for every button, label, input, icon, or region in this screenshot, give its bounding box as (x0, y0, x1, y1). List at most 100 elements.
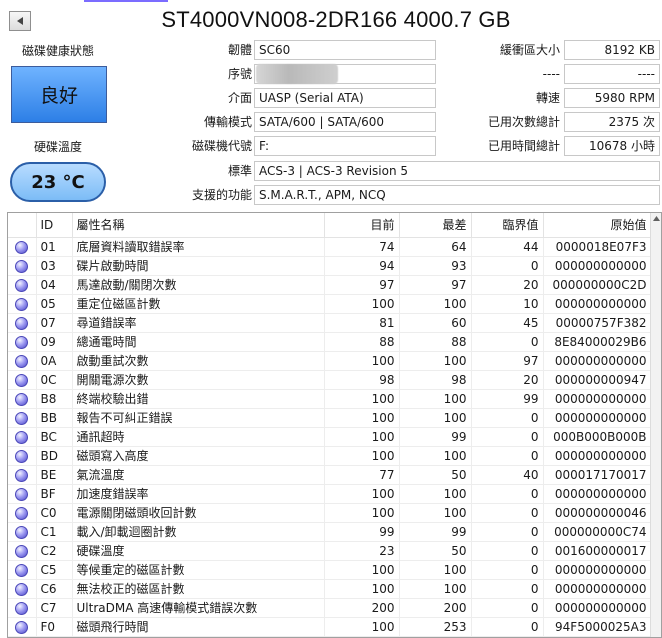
status-good-icon (15, 449, 29, 463)
table-row[interactable]: C1 載入/卸載迴圈計數 99 99 0 000000000C74 (8, 522, 652, 542)
column-header-worst[interactable]: 最差 (399, 213, 472, 238)
smart-table-grid: ID 屬性名稱 目前 最差 臨界值 原始值 01 底層資料讀取錯誤率 74 64 44 0… (8, 213, 652, 637)
table-row[interactable]: C2 硬碟溫度 23 50 0 001600000017 (8, 541, 652, 561)
threshold-value: 97 (471, 351, 544, 371)
table-row[interactable]: 05 重定位磁區計數 100 100 10 000000000000 (8, 294, 652, 314)
attribute-name: 尋道錯誤率 (72, 313, 325, 333)
raw-value: 8E84000029B6 (543, 332, 652, 352)
serial-redaction (256, 64, 338, 84)
threshold-value: 20 (471, 370, 544, 390)
current-value: 94 (324, 256, 400, 276)
attribute-id: 01 (36, 237, 73, 257)
worst-value: 97 (399, 275, 472, 295)
table-row[interactable]: BD 磁頭寫入高度 100 100 0 000000000000 (8, 446, 652, 466)
column-header-current[interactable]: 目前 (324, 213, 400, 238)
attribute-name: 終端校驗出錯 (72, 389, 325, 409)
column-header-status[interactable] (8, 213, 37, 238)
threshold-value: 44 (471, 237, 544, 257)
vertical-scrollbar[interactable] (650, 213, 661, 637)
attribute-name: 馬達啟動/關閉次數 (72, 275, 325, 295)
status-dot-cell (8, 541, 37, 561)
table-row[interactable]: B8 終端校驗出錯 100 100 99 000000000000 (8, 389, 652, 409)
table-row[interactable]: 09 總通電時間 88 88 0 8E84000029B6 (8, 332, 652, 352)
table-row[interactable]: 0A 啟動重試次數 100 100 97 000000000000 (8, 351, 652, 371)
attribute-name: 總通電時間 (72, 332, 325, 352)
scroll-up-icon[interactable] (651, 213, 661, 224)
table-row[interactable]: BF 加速度錯誤率 100 100 0 000000000000 (8, 484, 652, 504)
table-row[interactable]: C7 UltraDMA 高速傳輸模式錯誤次數 200 200 0 000000000000 (8, 598, 652, 618)
attribute-id: C5 (36, 560, 73, 580)
status-dot-cell (8, 237, 37, 257)
column-header-threshold[interactable]: 臨界值 (471, 213, 544, 238)
raw-value: 000000000046 (543, 503, 652, 523)
raw-value: 000000000000 (543, 560, 652, 580)
features-value: S.M.A.R.T., APM, NCQ (254, 185, 660, 205)
table-row[interactable]: BC 通訊超時 100 99 0 000B000B000B (8, 427, 652, 447)
table-row[interactable]: C5 等候重定的磁區計數 100 100 0 000000000000 (8, 560, 652, 580)
status-dot-cell (8, 465, 37, 485)
attribute-name: 氣流溫度 (72, 465, 325, 485)
current-value: 100 (324, 427, 400, 447)
threshold-value: 0 (471, 541, 544, 561)
attribute-id: C7 (36, 598, 73, 618)
status-good-icon (15, 297, 29, 311)
table-row[interactable]: F0 磁頭飛行時間 100 253 0 94F5000025A3 (8, 617, 652, 637)
temperature-button[interactable]: 23 °C (10, 162, 106, 202)
worst-value: 100 (399, 484, 472, 504)
health-status-button[interactable]: 良好 (11, 66, 107, 123)
raw-value: 000000000000 (543, 598, 652, 618)
smart-attributes-table[interactable]: ID 屬性名稱 目前 最差 臨界值 原始值 01 底層資料讀取錯誤率 74 64 44 0… (7, 212, 662, 638)
status-good-icon (15, 487, 29, 501)
standard-value: ACS-3 | ACS-3 Revision 5 (254, 161, 660, 181)
threshold-value: 40 (471, 465, 544, 485)
table-row[interactable]: 04 馬達啟動/關閉次數 97 97 20 000000000C2D (8, 275, 652, 295)
table-row[interactable]: C0 電源關閉磁頭收回計數 100 100 0 000000000046 (8, 503, 652, 523)
status-dot-cell (8, 503, 37, 523)
status-dot-cell (8, 332, 37, 352)
table-row[interactable]: 03 碟片啟動時間 94 93 0 000000000000 (8, 256, 652, 276)
worst-value: 99 (399, 427, 472, 447)
table-row[interactable]: C6 無法校正的磁區計數 100 100 0 000000000000 (8, 579, 652, 599)
raw-value: 000000000947 (543, 370, 652, 390)
worst-value: 50 (399, 541, 472, 561)
threshold-value: 45 (471, 313, 544, 333)
status-dot-cell (8, 617, 37, 637)
status-dot-cell (8, 522, 37, 542)
current-value: 74 (324, 237, 400, 257)
current-value: 100 (324, 503, 400, 523)
status-dot-cell (8, 370, 37, 390)
column-header-attribute[interactable]: 屬性名稱 (72, 213, 325, 238)
threshold-value: 0 (471, 579, 544, 599)
transfer-mode-value: SATA/600 | SATA/600 (254, 112, 436, 132)
table-row[interactable]: BB 報告不可糾正錯誤 100 100 0 000000000000 (8, 408, 652, 428)
interface-value: UASP (Serial ATA) (254, 88, 436, 108)
status-dot-cell (8, 484, 37, 504)
attribute-id: C6 (36, 579, 73, 599)
current-value: 100 (324, 408, 400, 428)
raw-value: 00000757F382 (543, 313, 652, 333)
status-dot-cell (8, 408, 37, 428)
attribute-id: C2 (36, 541, 73, 561)
attribute-name: 底層資料讀取錯誤率 (72, 237, 325, 257)
standard-label: 標準 (227, 164, 252, 178)
raw-value: 000000000000 (543, 351, 652, 371)
threshold-value: 0 (471, 408, 544, 428)
status-dot-cell (8, 579, 37, 599)
attribute-id: BE (36, 465, 73, 485)
temperature-label: 硬碟溫度 (33, 140, 82, 154)
table-header-row: ID 屬性名稱 目前 最差 臨界值 原始值 (8, 213, 652, 238)
raw-value: 000000000C74 (543, 522, 652, 542)
column-header-id[interactable]: ID (36, 213, 73, 238)
table-row[interactable]: 0C 開關電源次數 98 98 20 000000000947 (8, 370, 652, 390)
column-header-raw[interactable]: 原始值 (543, 213, 652, 238)
table-row[interactable]: 07 尋道錯誤率 81 60 45 00000757F382 (8, 313, 652, 333)
status-good-icon (15, 373, 29, 387)
threshold-value: 0 (471, 427, 544, 447)
table-row[interactable]: 01 底層資料讀取錯誤率 74 64 44 0000018E07F3 (8, 237, 652, 257)
current-value: 200 (324, 598, 400, 618)
attribute-name: 無法校正的磁區計數 (72, 579, 325, 599)
table-row[interactable]: BE 氣流溫度 77 50 40 000017170017 (8, 465, 652, 485)
attribute-id: 04 (36, 275, 73, 295)
status-good-icon (15, 601, 29, 615)
attribute-name: 碟片啟動時間 (72, 256, 325, 276)
